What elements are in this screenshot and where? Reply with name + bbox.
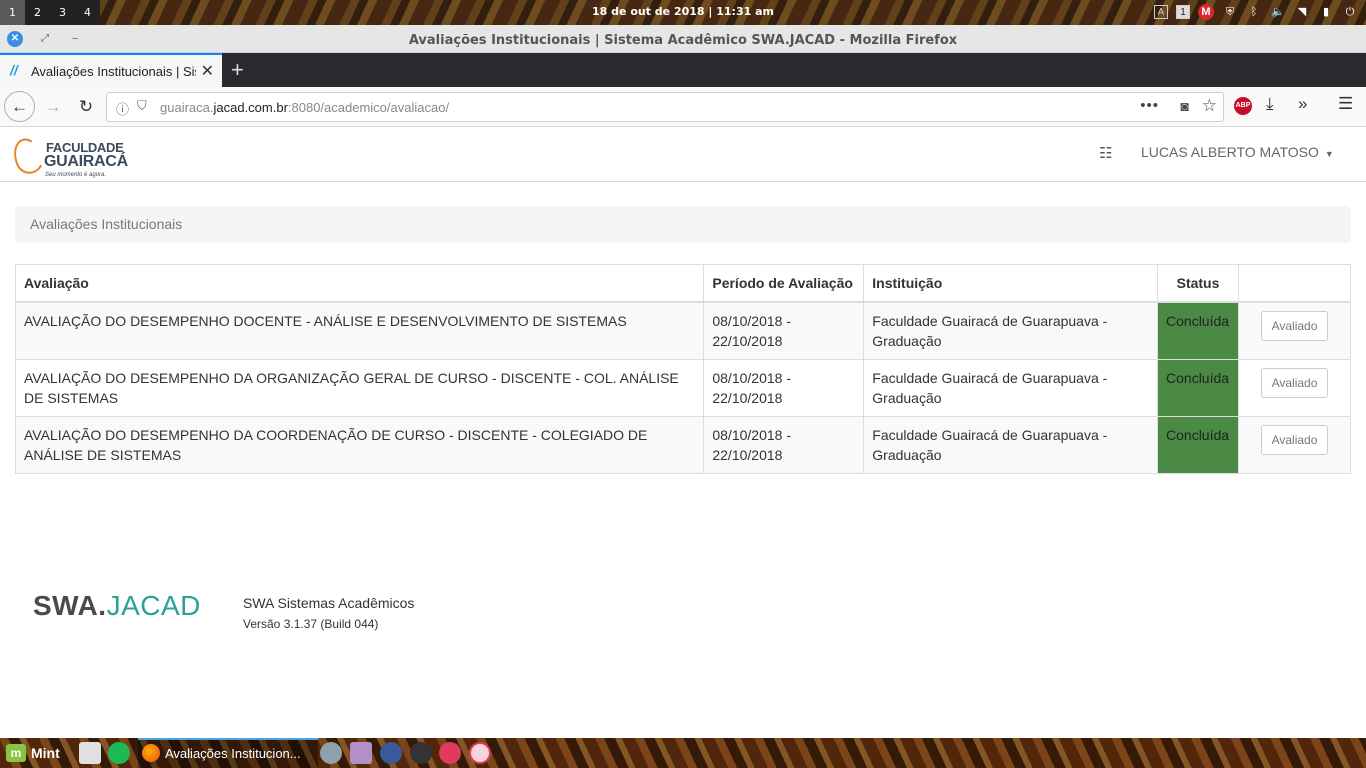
app-icon-4[interactable] (410, 742, 432, 764)
pocket-icon[interactable]: ◙ (1181, 98, 1189, 114)
cell-periodo: 08/10/2018 - 22/10/2018 (703, 359, 865, 417)
window-titlebar: ✕ ⤢ – Avaliações Institucionais | Sistem… (0, 25, 1366, 53)
forward-arrow-icon[interactable]: → (39, 93, 67, 121)
cell-avaliacao: AVALIAÇÃO DO DESEMPENHO DOCENTE - ANÁLIS… (14, 301, 705, 360)
desktop-top-panel: 1 2 3 4 18 de out de 2018 | 11:31 am A 1… (0, 0, 1366, 25)
cell-instituicao: Faculdade Guairacá de Guarapuava - Gradu… (863, 359, 1159, 417)
user-name: LUCAS ALBERTO MATOSO (1141, 144, 1319, 160)
bookmark-star-icon[interactable]: ☆ (1202, 96, 1217, 116)
tracking-shield-icon[interactable]: ⛉ (137, 98, 147, 114)
table-row: AVALIAÇÃO DO DESEMPENHO DA COORDENAÇÃO D… (14, 416, 1351, 474)
cell-action: Avaliado (1238, 359, 1351, 417)
mint-menu-label: Mint (31, 745, 60, 761)
logo-swa: SWA. (33, 590, 107, 621)
status-badge: Concluída (1157, 301, 1239, 360)
wifi-icon[interactable]: ◥ (1294, 4, 1310, 20)
logo-line2: GUAIRACÁ (44, 153, 128, 170)
logo-swirl-icon (8, 134, 48, 178)
tab-close-icon[interactable]: ✕ (201, 61, 214, 81)
app-icon-6[interactable] (469, 742, 491, 764)
cell-instituicao: Faculdade Guairacá de Guarapuava - Gradu… (863, 301, 1159, 360)
site-info-icon[interactable]: ⓘ (116, 99, 129, 118)
cell-action: Avaliado (1238, 301, 1351, 360)
status-badge: Concluída (1157, 359, 1239, 417)
shield-tray-icon[interactable]: ⛨ (1222, 4, 1238, 20)
avaliado-button[interactable]: Avaliado (1260, 425, 1329, 455)
url-text[interactable]: guairaca.jacad.com.br:8080/academico/ava… (160, 100, 449, 115)
reload-icon[interactable]: ↻ (72, 93, 100, 121)
volume-icon[interactable]: 🔈 (1270, 4, 1286, 20)
navigation-toolbar: ← → ↻ ⓘ ⛉ guairaca.jacad.com.br:8080/aca… (0, 87, 1366, 127)
power-icon[interactable]: ⏻ (1342, 4, 1358, 20)
bluetooth-icon[interactable]: ᛒ (1246, 4, 1262, 20)
taskbar-window-label: Avaliações Institucion... (165, 746, 301, 761)
keyboard-layout-icon[interactable]: A (1154, 5, 1168, 19)
col-periodo: Período de Avaliação (703, 264, 865, 303)
cell-avaliacao: AVALIAÇÃO DO DESEMPENHO DA COORDENAÇÃO D… (14, 416, 705, 474)
mint-logo-icon: m (6, 744, 26, 762)
spotify-icon[interactable] (108, 742, 130, 764)
cell-action: Avaliado (1238, 416, 1351, 474)
jacad-favicon-icon: // (10, 62, 18, 78)
logo-jacad: JACAD (106, 590, 201, 621)
footer-version: Versão 3.1.37 (Build 044) (243, 617, 379, 631)
app-icon-2[interactable] (350, 742, 372, 764)
avaliado-button[interactable]: Avaliado (1260, 368, 1329, 398)
col-status: Status (1157, 264, 1239, 303)
back-arrow-icon[interactable]: ← (4, 91, 35, 122)
app-icon-1[interactable] (320, 742, 342, 764)
logo-tagline: Seu momento é agora. (45, 172, 107, 178)
cell-periodo: 08/10/2018 - 22/10/2018 (703, 416, 865, 474)
overflow-chevron-icon[interactable]: » (1298, 94, 1307, 114)
table-header-row: Avaliação Período de Avaliação Instituiç… (14, 264, 1351, 303)
swa-jacad-logo: SWA.JACAD (33, 590, 201, 622)
user-menu[interactable]: LUCAS ALBERTO MATOSO ▼ (1141, 144, 1334, 160)
footer-title: SWA Sistemas Acadêmicos (243, 595, 415, 611)
hamburger-menu-icon[interactable]: ☰ (1338, 94, 1353, 114)
notification-count-icon[interactable]: 1 (1176, 5, 1190, 19)
app-icon-3[interactable] (380, 742, 402, 764)
new-tab-icon[interactable]: + (231, 57, 244, 83)
download-icon[interactable]: ⤓ (1266, 94, 1274, 114)
breadcrumb: Avaliações Institucionais (15, 206, 1351, 243)
window-title: Avaliações Institucionais | Sistema Acad… (408, 33, 958, 48)
col-actions (1238, 264, 1351, 303)
col-instituicao: Instituição (863, 264, 1159, 303)
mint-menu-button[interactable]: m Mint (6, 744, 60, 762)
app-icon-5[interactable] (439, 742, 461, 764)
tab-label: Avaliações Institucionais | Sis (31, 64, 196, 79)
page-actions-icon[interactable]: ••• (1140, 97, 1159, 114)
firefox-icon (142, 744, 160, 762)
cell-periodo: 08/10/2018 - 22/10/2018 (703, 301, 865, 360)
taskbar-window-firefox[interactable]: Avaliações Institucion... (138, 738, 318, 768)
url-bar[interactable]: ⓘ ⛉ guairaca.jacad.com.br:8080/academico… (106, 92, 1224, 122)
caret-down-icon: ▼ (1324, 149, 1334, 159)
tab-strip: // Avaliações Institucionais | Sis ✕ + (0, 53, 1366, 87)
evaluations-table: Avaliação Período de Avaliação Instituiç… (14, 264, 1351, 474)
file-manager-icon[interactable] (79, 742, 101, 764)
table-row: AVALIAÇÃO DO DESEMPENHO DA ORGANIZAÇÃO G… (14, 359, 1351, 417)
system-tray: A 1 M ⛨ ᛒ 🔈 ◥ ▮ ⏻ (1154, 4, 1358, 20)
battery-icon[interactable]: ▮ (1318, 4, 1334, 20)
cell-avaliacao: AVALIAÇÃO DO DESEMPENHO DA ORGANIZAÇÃO G… (14, 359, 705, 417)
col-avaliacao: Avaliação (14, 264, 705, 303)
avaliado-button[interactable]: Avaliado (1260, 311, 1329, 341)
site-header: FACULDADE GUAIRACÁ Seu momento é agora. … (0, 128, 1366, 182)
table-row: AVALIAÇÃO DO DESEMPENHO DOCENTE - ANÁLIS… (14, 301, 1351, 360)
cell-instituicao: Faculdade Guairacá de Guarapuava - Gradu… (863, 416, 1159, 474)
adblock-plus-icon[interactable]: ABP (1234, 97, 1252, 115)
mega-sync-icon[interactable]: M (1198, 4, 1214, 20)
status-badge: Concluída (1157, 416, 1239, 474)
faculdade-guairaca-logo[interactable]: FACULDADE GUAIRACÁ Seu momento é agora. (8, 134, 134, 178)
list-menu-icon[interactable]: ☷ (1099, 144, 1112, 162)
tab-avaliacoes[interactable]: // Avaliações Institucionais | Sis ✕ (0, 53, 222, 87)
